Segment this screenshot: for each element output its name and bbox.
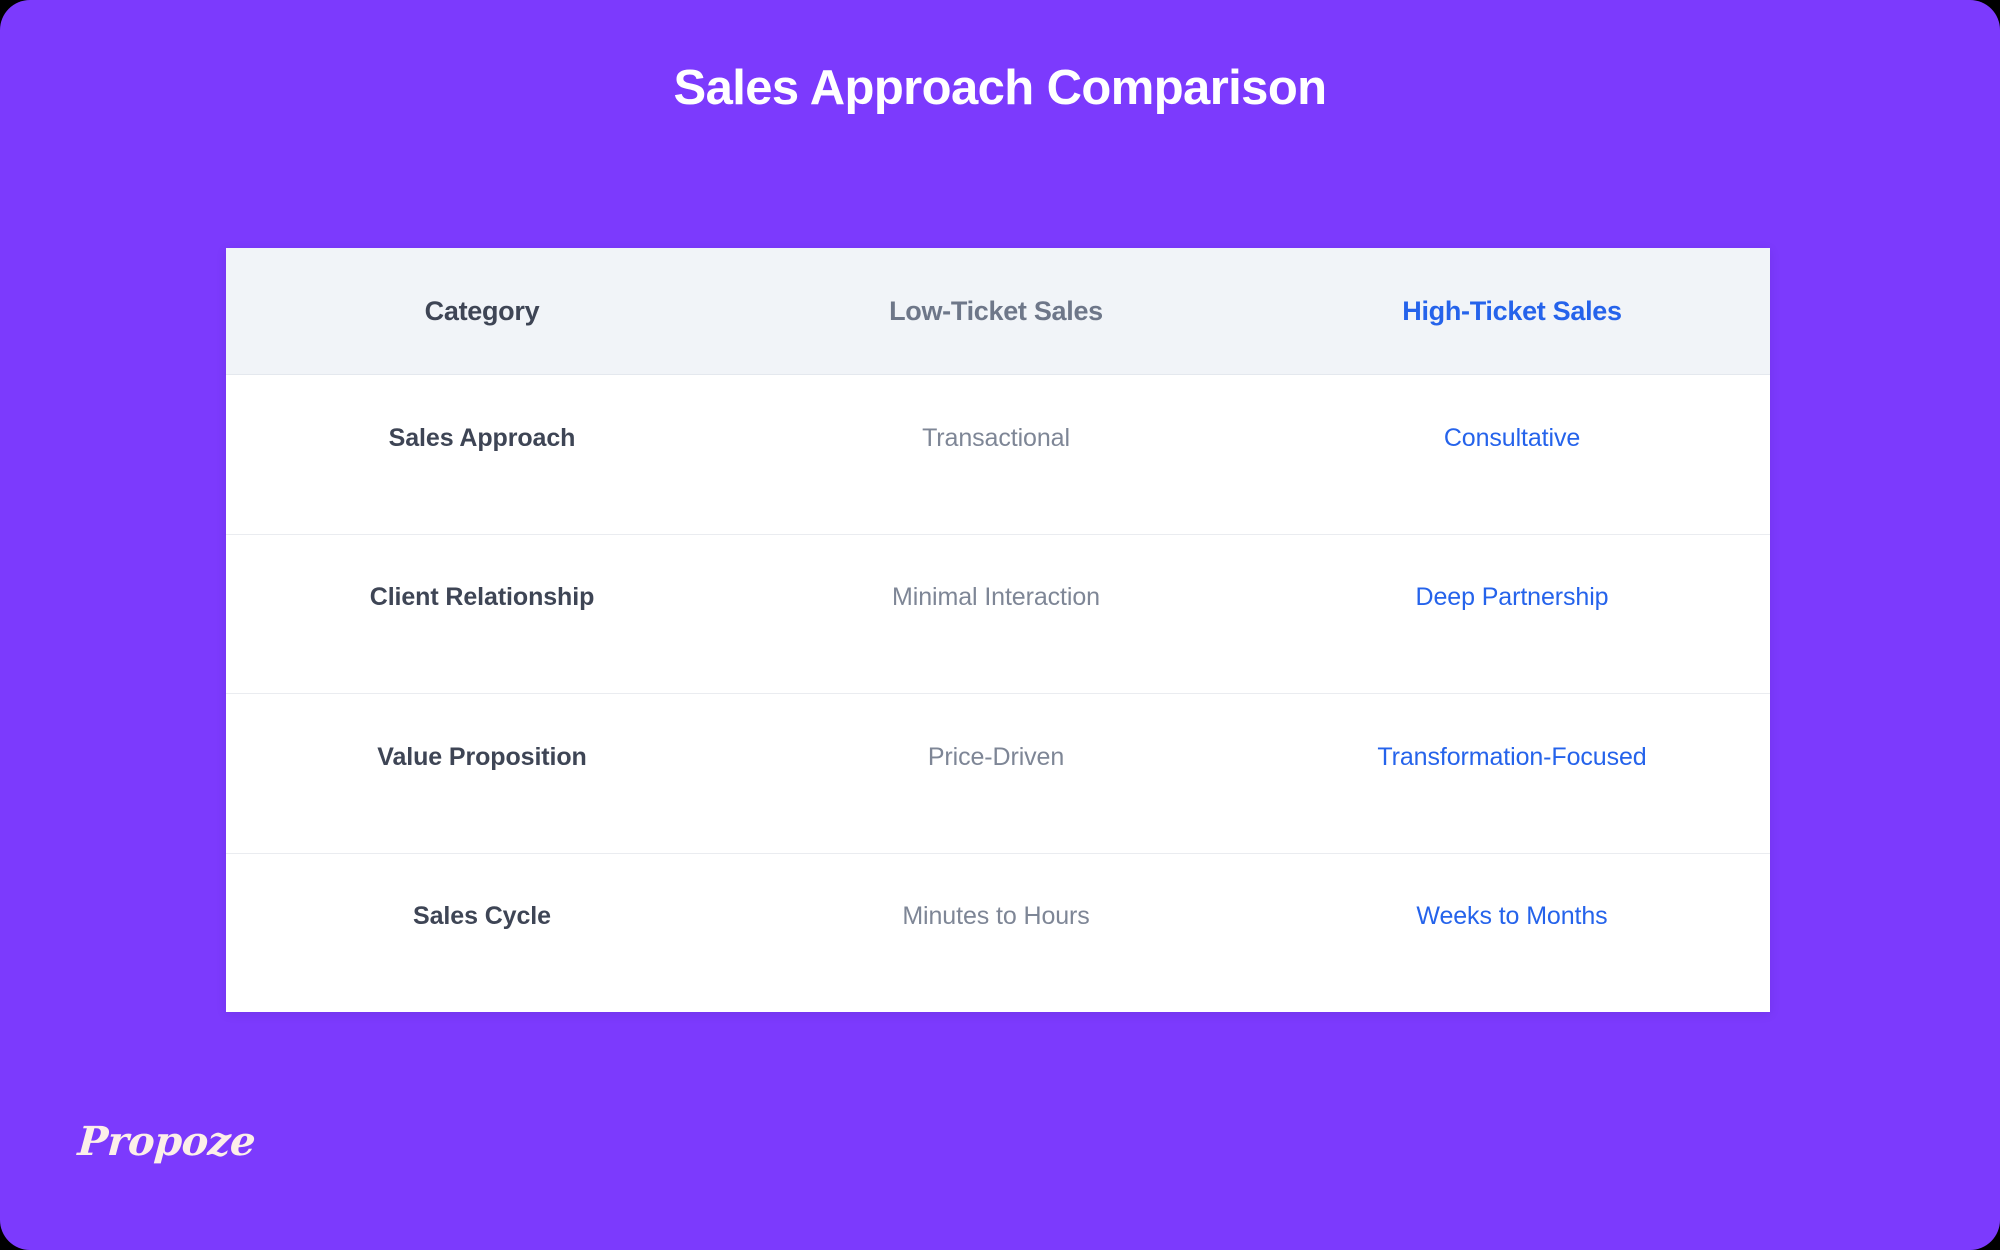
- table-row: Value Proposition Price-Driven Transform…: [226, 694, 1770, 854]
- column-header-low-ticket-sales: Low-Ticket Sales: [889, 295, 1103, 326]
- cell-low-ticket: Minutes to Hours: [902, 902, 1090, 931]
- comparison-table: Category Low-Ticket Sales High-Ticket Sa…: [226, 248, 1770, 1012]
- column-header-high-ticket-sales: High-Ticket Sales: [1402, 295, 1622, 326]
- table-row: Sales Approach Transactional Consultativ…: [226, 375, 1770, 535]
- propoze-logo: Propoze: [76, 1118, 257, 1165]
- cell-high-ticket: Weeks to Months: [1416, 902, 1608, 931]
- cell-category: Sales Cycle: [413, 902, 551, 931]
- cell-category: Client Relationship: [369, 583, 595, 612]
- cell-low-ticket: Price-Driven: [927, 742, 1065, 771]
- cell-high-ticket: Transformation-Focused: [1377, 742, 1647, 771]
- table-row: Sales Cycle Minutes to Hours Weeks to Mo…: [226, 853, 1770, 1012]
- table-body: Sales Approach Transactional Consultativ…: [226, 375, 1770, 1012]
- slide-canvas: Sales Approach Comparison Category Low-T…: [0, 0, 2000, 1250]
- cell-low-ticket: Transactional: [922, 423, 1070, 452]
- cell-low-ticket: Minimal Interaction: [892, 583, 1100, 612]
- cell-category: Sales Approach: [388, 423, 576, 452]
- table-row: Client Relationship Minimal Interaction …: [226, 534, 1770, 694]
- table-header-row: Category Low-Ticket Sales High-Ticket Sa…: [226, 248, 1770, 375]
- page-title: Sales Approach Comparison: [673, 61, 1327, 115]
- cell-category: Value Proposition: [377, 742, 587, 771]
- cell-high-ticket: Deep Partnership: [1415, 583, 1609, 612]
- cell-high-ticket: Consultative: [1443, 423, 1581, 452]
- column-header-category: Category: [424, 295, 540, 326]
